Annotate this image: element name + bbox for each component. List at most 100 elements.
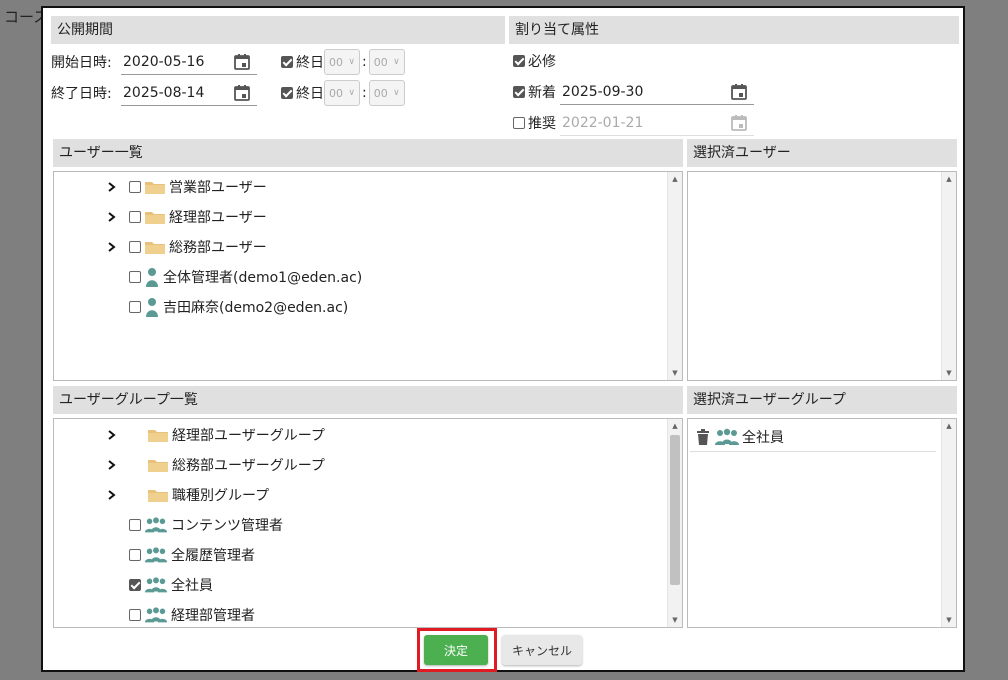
chevron-down-icon: ∨ bbox=[393, 57, 400, 67]
user-list-item[interactable]: 総務部ユーザー bbox=[107, 236, 267, 258]
user-list-scrollbar[interactable]: ▲ ▼ bbox=[667, 172, 682, 380]
chevron-right-icon[interactable] bbox=[107, 490, 117, 500]
group-item-label: 全履歴管理者 bbox=[171, 548, 255, 564]
group-icon bbox=[144, 517, 168, 533]
person-icon bbox=[146, 268, 158, 287]
user-list-header: ユーザー一覧 bbox=[53, 139, 683, 167]
user-list-item[interactable]: 吉田麻奈(demo2@eden.ac) bbox=[107, 296, 348, 318]
selected-groups-scrollbar[interactable]: ▲ ▼ bbox=[941, 419, 956, 627]
chevron-right-icon[interactable] bbox=[107, 242, 117, 252]
user-item-label: 全体管理者(demo1@eden.ac) bbox=[163, 270, 363, 286]
cancel-button[interactable]: キャンセル bbox=[502, 635, 582, 665]
group-item-label: 総務部ユーザーグループ bbox=[172, 458, 325, 474]
group-list-item[interactable]: 全社員 bbox=[107, 574, 213, 596]
end-hour-select[interactable]: 00 ∨ bbox=[324, 80, 360, 106]
group-item-checkbox[interactable] bbox=[129, 549, 141, 561]
chevron-right-icon[interactable] bbox=[107, 212, 117, 222]
new-row: 新着 2025-09-30 bbox=[513, 79, 754, 105]
group-list-item[interactable]: 職種別グループ bbox=[107, 484, 269, 506]
user-item-label: 総務部ユーザー bbox=[169, 240, 267, 256]
group-list-item[interactable]: コンテンツ管理者 bbox=[107, 514, 283, 536]
folder-icon bbox=[145, 242, 165, 254]
selected-users-panel[interactable]: ▲ ▼ bbox=[687, 171, 957, 381]
required-row: 必修 bbox=[513, 51, 556, 71]
user-list-item[interactable]: 営業部ユーザー bbox=[107, 176, 267, 198]
ok-button[interactable]: 決定 bbox=[424, 635, 488, 665]
chevron-down-icon: ∨ bbox=[348, 57, 355, 67]
time-separator: : bbox=[362, 85, 367, 101]
group-item-label: 職種別グループ bbox=[172, 488, 270, 504]
group-icon bbox=[715, 428, 739, 445]
end-allday-checkbox[interactable] bbox=[281, 87, 293, 99]
new-label: 新着 bbox=[528, 85, 556, 101]
group-list-item[interactable]: 経理部ユーザーグループ bbox=[107, 424, 325, 446]
person-icon bbox=[146, 298, 158, 317]
recommended-row: 推奨 2022-01-21 bbox=[513, 110, 754, 136]
user-list-item[interactable]: 経理部ユーザー bbox=[107, 206, 267, 228]
group-item-checkbox[interactable] bbox=[129, 519, 141, 531]
chevron-down-icon: ∨ bbox=[393, 88, 400, 98]
new-date-input[interactable]: 2025-09-30 bbox=[560, 79, 754, 105]
selected-groups-header: 選択済ユーザーグループ bbox=[687, 386, 957, 414]
user-list-item[interactable]: 全体管理者(demo1@eden.ac) bbox=[107, 266, 362, 288]
group-icon bbox=[144, 577, 168, 593]
user-item-checkbox[interactable] bbox=[129, 271, 141, 283]
group-list-item[interactable]: 総務部ユーザーグループ bbox=[107, 454, 325, 476]
user-item-label: 吉田麻奈(demo2@eden.ac) bbox=[163, 300, 349, 316]
user-item-checkbox[interactable] bbox=[129, 181, 141, 193]
attributes-header: 割り当て属性 bbox=[509, 16, 959, 44]
chevron-right-icon[interactable] bbox=[107, 182, 117, 192]
group-item-label: コンテンツ管理者 bbox=[171, 518, 283, 534]
calendar-icon bbox=[731, 114, 747, 131]
end-label: 終了日時: bbox=[51, 86, 112, 102]
end-date-input[interactable]: 2025-08-14 bbox=[121, 80, 257, 106]
chevron-right-icon[interactable] bbox=[107, 430, 117, 440]
start-hour-select[interactable]: 00 ∨ bbox=[324, 49, 360, 75]
group-item-label: 全社員 bbox=[171, 578, 213, 594]
group-list-scrollbar[interactable]: ▲ ▼ bbox=[667, 419, 682, 627]
recommended-label: 推奨 bbox=[528, 116, 556, 132]
publish-period-header: 公開期間 bbox=[51, 16, 505, 44]
calendar-icon[interactable] bbox=[233, 84, 251, 102]
new-checkbox[interactable] bbox=[513, 86, 525, 98]
selected-users-header: 選択済ユーザー bbox=[687, 139, 957, 167]
end-datetime-row: 終了日時: 2025-08-14 終日 00 ∨ : 00 ∨ bbox=[51, 80, 405, 106]
group-list-item[interactable]: 全履歴管理者 bbox=[107, 544, 255, 566]
recommended-date-input: 2022-01-21 bbox=[560, 110, 754, 136]
required-label: 必修 bbox=[528, 54, 556, 70]
assignment-dialog: 公開期間 開始日時: 2020-05-16 終日 00 ∨ : 00 ∨ 終了日時:… bbox=[41, 6, 965, 672]
chevron-right-icon[interactable] bbox=[107, 460, 117, 470]
start-allday-label: 終日 bbox=[296, 55, 324, 71]
start-date-input[interactable]: 2020-05-16 bbox=[121, 49, 257, 75]
user-item-checkbox[interactable] bbox=[129, 241, 141, 253]
folder-icon bbox=[148, 430, 168, 442]
recommended-checkbox[interactable] bbox=[513, 117, 525, 129]
chevron-down-icon: ∨ bbox=[348, 88, 355, 98]
group-icon bbox=[144, 607, 168, 623]
group-list-header: ユーザーグループ一覧 bbox=[53, 386, 683, 414]
user-item-checkbox[interactable] bbox=[129, 211, 141, 223]
group-icon bbox=[144, 547, 168, 563]
selected-users-scrollbar[interactable]: ▲ ▼ bbox=[941, 172, 956, 380]
required-checkbox[interactable] bbox=[513, 55, 525, 67]
new-date-value: 2025-09-30 bbox=[562, 83, 644, 100]
user-item-checkbox[interactable] bbox=[129, 301, 141, 313]
start-minute-select[interactable]: 00 ∨ bbox=[368, 49, 405, 75]
user-item-label: 経理部ユーザー bbox=[169, 210, 267, 226]
group-list-item[interactable]: 経理部管理者 bbox=[107, 604, 255, 626]
trash-icon[interactable] bbox=[696, 429, 710, 445]
folder-icon bbox=[148, 460, 168, 472]
end-allday-label: 終日 bbox=[296, 86, 324, 102]
recommended-date-value: 2022-01-21 bbox=[562, 114, 644, 131]
user-item-label: 営業部ユーザー bbox=[169, 180, 267, 196]
selected-groups-panel[interactable]: ▲ ▼ 全社員 bbox=[687, 418, 957, 628]
end-minute-select[interactable]: 00 ∨ bbox=[368, 80, 405, 106]
calendar-icon[interactable] bbox=[233, 53, 251, 71]
group-item-label: 経理部管理者 bbox=[171, 608, 255, 624]
group-item-checkbox[interactable] bbox=[129, 579, 141, 591]
selected-group-label: 全社員 bbox=[742, 430, 784, 446]
start-allday-checkbox[interactable] bbox=[281, 56, 293, 68]
folder-icon bbox=[145, 212, 165, 224]
group-item-checkbox[interactable] bbox=[129, 609, 141, 621]
calendar-icon[interactable] bbox=[730, 83, 748, 101]
